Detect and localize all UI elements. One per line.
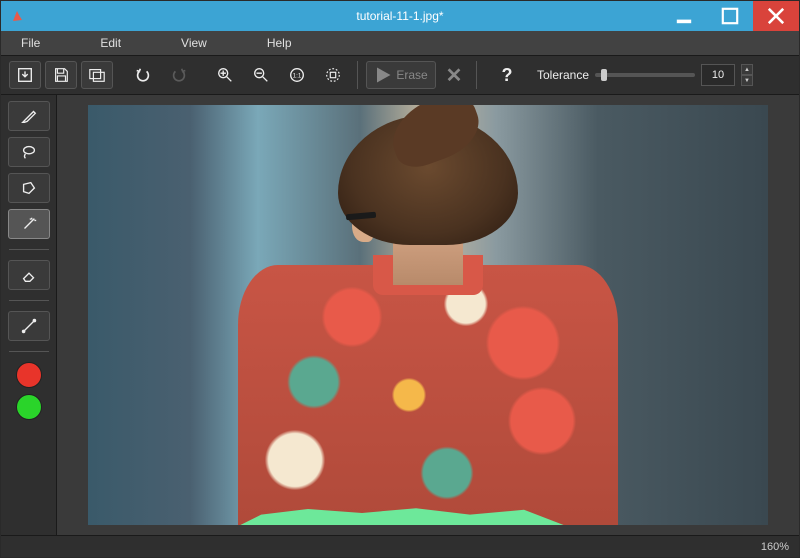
titlebar[interactable]: tutorial-11-1.jpg*: [1, 1, 799, 31]
polygon-tool[interactable]: [8, 173, 50, 203]
sidebar-separator: [9, 351, 49, 352]
app-window: tutorial-11-1.jpg* File Edit View Help 1…: [0, 0, 800, 558]
close-button[interactable]: [753, 1, 799, 31]
slider-handle[interactable]: [601, 69, 607, 81]
canvas-area[interactable]: [57, 95, 799, 535]
toolbar-separator: [476, 61, 477, 89]
tolerance-group: Tolerance ▲ ▼: [537, 64, 753, 86]
magic-wand-tool[interactable]: [8, 209, 50, 239]
color-red[interactable]: [16, 362, 42, 388]
eraser-tool[interactable]: [8, 260, 50, 290]
zoom-out-button[interactable]: [245, 61, 277, 89]
menu-help[interactable]: Help: [257, 32, 302, 54]
sidebar: [1, 95, 57, 535]
tolerance-down-button[interactable]: ▼: [741, 75, 753, 86]
tolerance-slider[interactable]: [595, 73, 695, 77]
body-area: [1, 95, 799, 535]
erase-button[interactable]: Erase: [366, 61, 436, 89]
marker-tool[interactable]: [8, 101, 50, 131]
tolerance-up-button[interactable]: ▲: [741, 64, 753, 75]
color-green[interactable]: [16, 394, 42, 420]
maximize-button[interactable]: [707, 1, 753, 31]
menu-file[interactable]: File: [11, 32, 50, 54]
image-canvas[interactable]: [88, 105, 768, 525]
window-title: tutorial-11-1.jpg*: [356, 9, 443, 23]
save-as-button[interactable]: [9, 61, 41, 89]
tolerance-spinner: ▲ ▼: [741, 64, 753, 86]
menubar: File Edit View Help: [1, 31, 799, 55]
tolerance-label: Tolerance: [537, 68, 589, 82]
help-button[interactable]: ?: [493, 61, 521, 89]
line-tool[interactable]: [8, 311, 50, 341]
window-controls: [661, 1, 799, 31]
minimize-button[interactable]: [661, 1, 707, 31]
menu-edit[interactable]: Edit: [90, 32, 131, 54]
zoom-in-button[interactable]: [209, 61, 241, 89]
zoom-level: 160%: [761, 541, 789, 553]
redo-button[interactable]: [163, 61, 195, 89]
toolbar-separator: [357, 61, 358, 89]
app-icon: [9, 8, 25, 24]
toolbar: 1:1 Erase ✕ ? Tolerance ▲ ▼: [1, 55, 799, 95]
zoom-actual-button[interactable]: 1:1: [281, 61, 313, 89]
undo-button[interactable]: [127, 61, 159, 89]
statusbar: 160%: [1, 535, 799, 557]
sidebar-separator: [9, 249, 49, 250]
tolerance-input[interactable]: [701, 64, 735, 86]
menu-view[interactable]: View: [171, 32, 217, 54]
cancel-button[interactable]: ✕: [440, 61, 468, 89]
zoom-fit-button[interactable]: [317, 61, 349, 89]
erase-label: Erase: [396, 68, 427, 82]
image-subject: [238, 115, 618, 515]
sidebar-separator: [9, 300, 49, 301]
lasso-tool[interactable]: [8, 137, 50, 167]
svg-text:1:1: 1:1: [293, 73, 302, 80]
play-icon: [374, 66, 392, 84]
save-button[interactable]: [45, 61, 77, 89]
compare-button[interactable]: [81, 61, 113, 89]
